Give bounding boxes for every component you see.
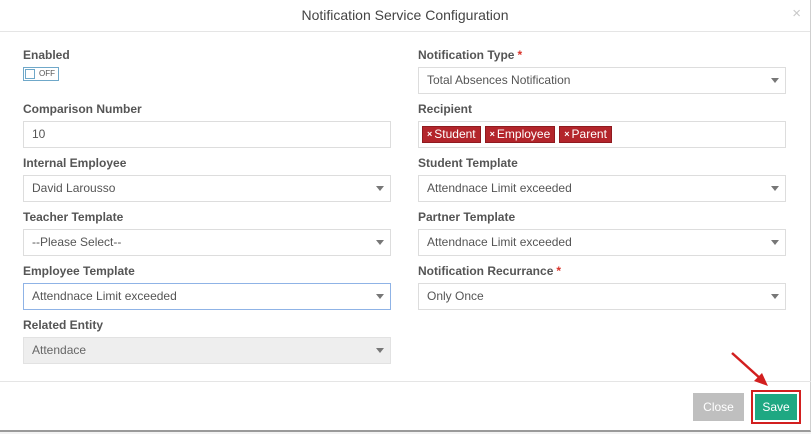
related-entity-select: Attendace [23, 337, 391, 364]
chevron-down-icon [771, 240, 779, 245]
recipient-tag-parent[interactable]: × Parent [559, 126, 612, 143]
save-highlight-box: Save [751, 390, 801, 424]
required-marker: * [517, 48, 523, 62]
recipient-multiselect[interactable]: × Student × Employee × Parent [418, 121, 786, 148]
tag-label: Employee [496, 127, 551, 141]
comparison-number-label: Comparison Number [23, 102, 142, 116]
notification-type-field: Notification Type * Total Absences Notifi… [418, 47, 786, 94]
toggle-state-text: OFF [39, 69, 55, 78]
partner-template-field: Partner Template Attendnace Limit exceed… [418, 209, 786, 256]
employee-template-label: Employee Template [23, 264, 135, 278]
student-template-value: Attendnace Limit exceeded [427, 181, 572, 195]
employee-template-field: Employee Template Attendnace Limit excee… [23, 263, 391, 310]
close-icon[interactable]: × [792, 6, 801, 21]
notification-recurrance-select[interactable]: Only Once [418, 283, 786, 310]
recipient-field: Recipient × Student × Employee × Parent [418, 101, 786, 148]
recipient-tag-employee[interactable]: × Employee [484, 126, 556, 143]
tag-label: Student [434, 127, 476, 141]
enabled-label: Enabled [23, 48, 70, 62]
notification-recurrance-value: Only Once [427, 289, 484, 303]
teacher-template-value: --Please Select-- [32, 235, 122, 249]
notification-type-select[interactable]: Total Absences Notification [418, 67, 786, 94]
chevron-down-icon [771, 186, 779, 191]
enabled-field: Enabled OFF [23, 47, 391, 81]
teacher-template-select[interactable]: --Please Select-- [23, 229, 391, 256]
student-template-select[interactable]: Attendnace Limit exceeded [418, 175, 786, 202]
chevron-down-icon [376, 240, 384, 245]
dialog-footer: Close Save [0, 381, 811, 432]
student-template-field: Student Template Attendnace Limit exceed… [418, 155, 786, 202]
remove-icon[interactable]: × [564, 127, 569, 142]
required-marker: * [556, 264, 562, 278]
internal-employee-select[interactable]: David Larousso [23, 175, 391, 202]
partner-template-select[interactable]: Attendnace Limit exceeded [418, 229, 786, 256]
related-entity-label: Related Entity [23, 318, 104, 332]
save-button[interactable]: Save [755, 394, 797, 420]
enabled-toggle[interactable]: OFF [23, 67, 59, 81]
employee-template-value: Attendnace Limit exceeded [32, 289, 177, 303]
notification-type-label: Notification Type * [418, 47, 786, 63]
teacher-template-field: Teacher Template --Please Select-- [23, 209, 391, 256]
comparison-number-input[interactable]: 10 [23, 121, 391, 148]
chevron-down-icon [771, 78, 779, 83]
partner-template-label: Partner Template [418, 210, 516, 224]
comparison-number-value: 10 [32, 127, 46, 141]
chevron-down-icon [376, 294, 384, 299]
related-entity-field: Related Entity Attendace [23, 317, 391, 364]
notification-config-dialog: Notification Service Configuration × Ena… [0, 0, 811, 432]
related-entity-value: Attendace [32, 343, 87, 357]
dialog-title: Notification Service Configuration [301, 7, 509, 23]
employee-template-select[interactable]: Attendnace Limit exceeded [23, 283, 391, 310]
close-button[interactable]: Close [693, 393, 744, 421]
partner-template-value: Attendnace Limit exceeded [427, 235, 572, 249]
notification-type-label-text: Notification Type [418, 48, 515, 62]
remove-icon[interactable]: × [490, 127, 495, 142]
student-template-label: Student Template [418, 156, 518, 170]
notification-recurrance-field: Notification Recurrance * Only Once [418, 263, 786, 310]
comparison-number-field: Comparison Number 10 [23, 101, 391, 148]
internal-employee-label: Internal Employee [23, 156, 127, 170]
chevron-down-icon [771, 294, 779, 299]
dialog-body: Enabled OFF Comparison Number 10 Interna… [0, 33, 811, 381]
notification-type-value: Total Absences Notification [427, 73, 571, 87]
teacher-template-label: Teacher Template [23, 210, 124, 224]
internal-employee-value: David Larousso [32, 181, 116, 195]
chevron-down-icon [376, 348, 384, 353]
chevron-down-icon [376, 186, 384, 191]
recipient-tag-student[interactable]: × Student [422, 126, 481, 143]
annotation-arrow-icon [731, 352, 768, 386]
recipient-label: Recipient [418, 102, 473, 116]
dialog-header: Notification Service Configuration × [0, 0, 810, 32]
notification-recurrance-label: Notification Recurrance * [418, 263, 786, 279]
internal-employee-field: Internal Employee David Larousso [23, 155, 391, 202]
tag-label: Parent [571, 127, 607, 141]
notification-recurrance-label-text: Notification Recurrance [418, 264, 554, 278]
remove-icon[interactable]: × [427, 127, 432, 142]
toggle-knob [25, 69, 35, 79]
